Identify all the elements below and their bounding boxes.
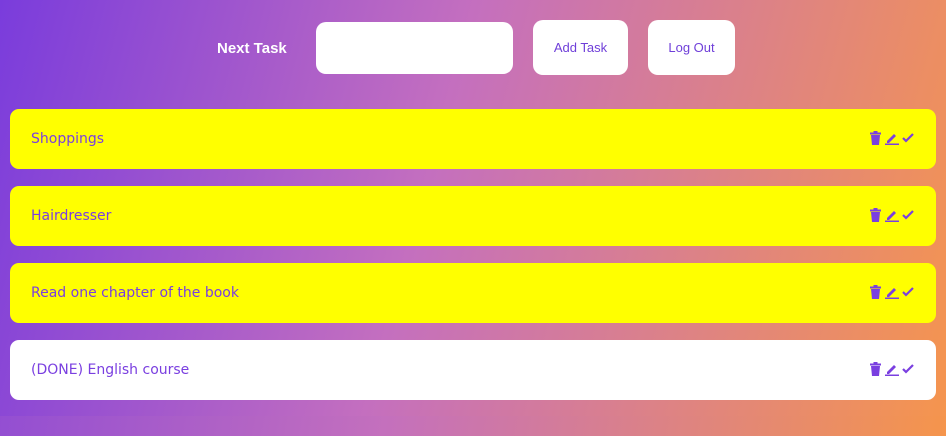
task-list: Shoppings Hairdresser Read one chapter o… xyxy=(10,109,936,417)
next-task-label: Next Task xyxy=(217,40,287,57)
pencil-icon[interactable] xyxy=(885,285,899,299)
pencil-icon[interactable] xyxy=(885,131,899,145)
task-actions xyxy=(869,131,914,145)
trash-icon[interactable] xyxy=(869,131,882,145)
add-task-button[interactable]: Add Task xyxy=(533,20,628,75)
task-text: Read one chapter of the book xyxy=(31,285,239,301)
app-container: Next Task Add Task Log Out Shoppings Hai… xyxy=(0,0,946,416)
trash-icon[interactable] xyxy=(869,285,882,299)
task-text: (DONE) English course xyxy=(31,362,190,378)
task-actions xyxy=(869,362,914,376)
pencil-icon[interactable] xyxy=(885,362,899,376)
log-out-button[interactable]: Log Out xyxy=(648,20,735,75)
check-icon[interactable] xyxy=(902,286,914,298)
header: Next Task Add Task Log Out xyxy=(0,20,946,76)
task-item: Shoppings xyxy=(10,109,936,169)
next-task-input[interactable] xyxy=(316,22,513,74)
task-actions xyxy=(869,285,914,299)
task-text: Hairdresser xyxy=(31,208,112,224)
task-item: Read one chapter of the book xyxy=(10,263,936,323)
check-icon[interactable] xyxy=(902,363,914,375)
task-item: Hairdresser xyxy=(10,186,936,246)
task-text: Shoppings xyxy=(31,131,105,147)
check-icon[interactable] xyxy=(902,132,914,144)
trash-icon[interactable] xyxy=(869,362,882,376)
check-icon[interactable] xyxy=(902,209,914,221)
task-item: (DONE) English course xyxy=(10,340,936,400)
task-actions xyxy=(869,208,914,222)
pencil-icon[interactable] xyxy=(885,208,899,222)
trash-icon[interactable] xyxy=(869,208,882,222)
